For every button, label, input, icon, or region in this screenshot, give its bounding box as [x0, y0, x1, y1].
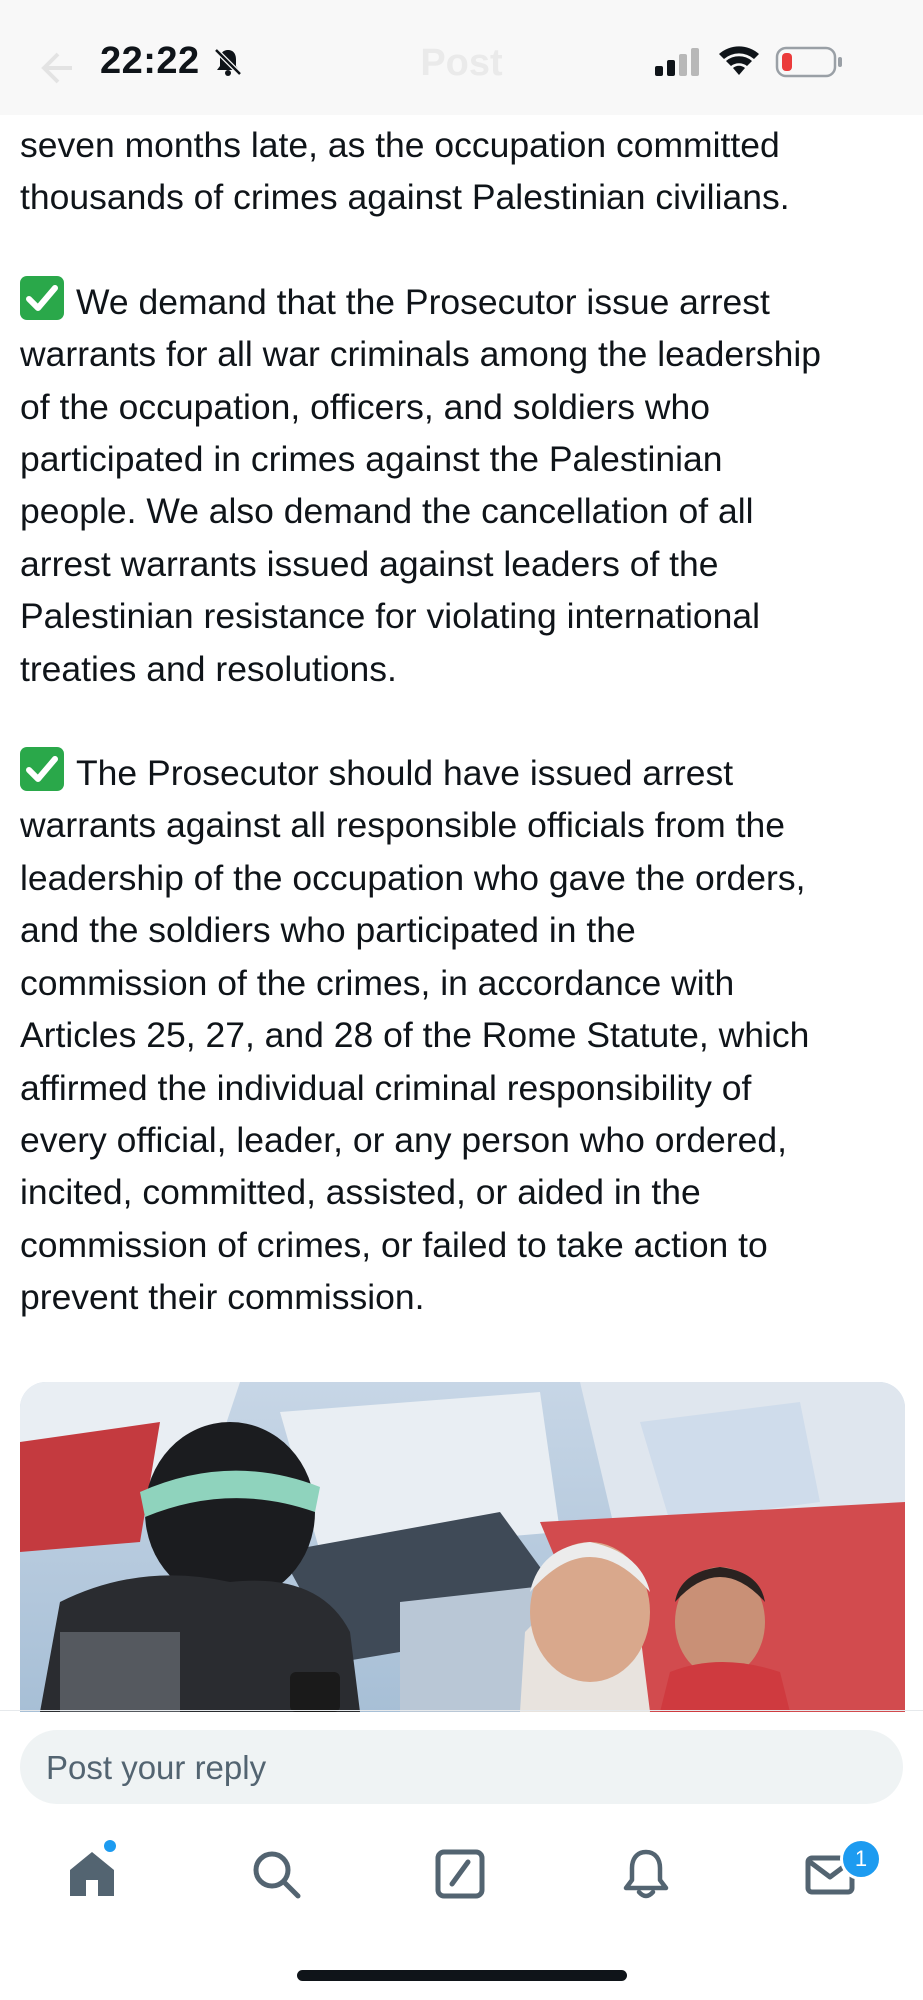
battery-icon: [775, 46, 842, 78]
post-paragraph: We demand that the Prosecutor issue arre…: [20, 275, 905, 695]
tab-search[interactable]: [248, 1846, 304, 1902]
wifi-icon: [719, 46, 759, 75]
home-indicator[interactable]: [297, 1970, 627, 1981]
status-bar: Post 22:22: [0, 0, 923, 115]
tab-home[interactable]: [64, 1846, 120, 1902]
reply-placeholder: Post your reply: [46, 1749, 267, 1786]
divider: [0, 1710, 923, 1711]
post-paragraph-text: We demand that the Prosecutor issue arre…: [20, 281, 822, 689]
post-image[interactable]: [20, 1382, 905, 1712]
compose-icon: [435, 1849, 485, 1899]
post-body: seven months late, as the occupation com…: [20, 119, 905, 1324]
rally-photo: [20, 1382, 905, 1712]
cellular-signal-icon: [655, 48, 699, 76]
bell-muted-icon: [214, 48, 242, 76]
check-mark-icon: [20, 275, 64, 320]
tab-notifications[interactable]: [618, 1846, 674, 1902]
post-paragraph: seven months late, as the occupation com…: [20, 125, 790, 218]
home-icon: [70, 1852, 114, 1896]
messages-badge: 1: [840, 1838, 882, 1880]
status-time: 22:22: [100, 40, 200, 82]
tab-compose[interactable]: [432, 1846, 488, 1902]
check-mark-icon: [20, 747, 64, 792]
search-icon: [253, 1851, 301, 1899]
post-paragraph-text: The Prosecutor should have issued arrest…: [20, 753, 810, 1318]
post-paragraph: The Prosecutor should have issued arrest…: [20, 747, 905, 1323]
reply-input[interactable]: Post your reply: [20, 1730, 903, 1804]
notifications-icon: [623, 1849, 669, 1899]
